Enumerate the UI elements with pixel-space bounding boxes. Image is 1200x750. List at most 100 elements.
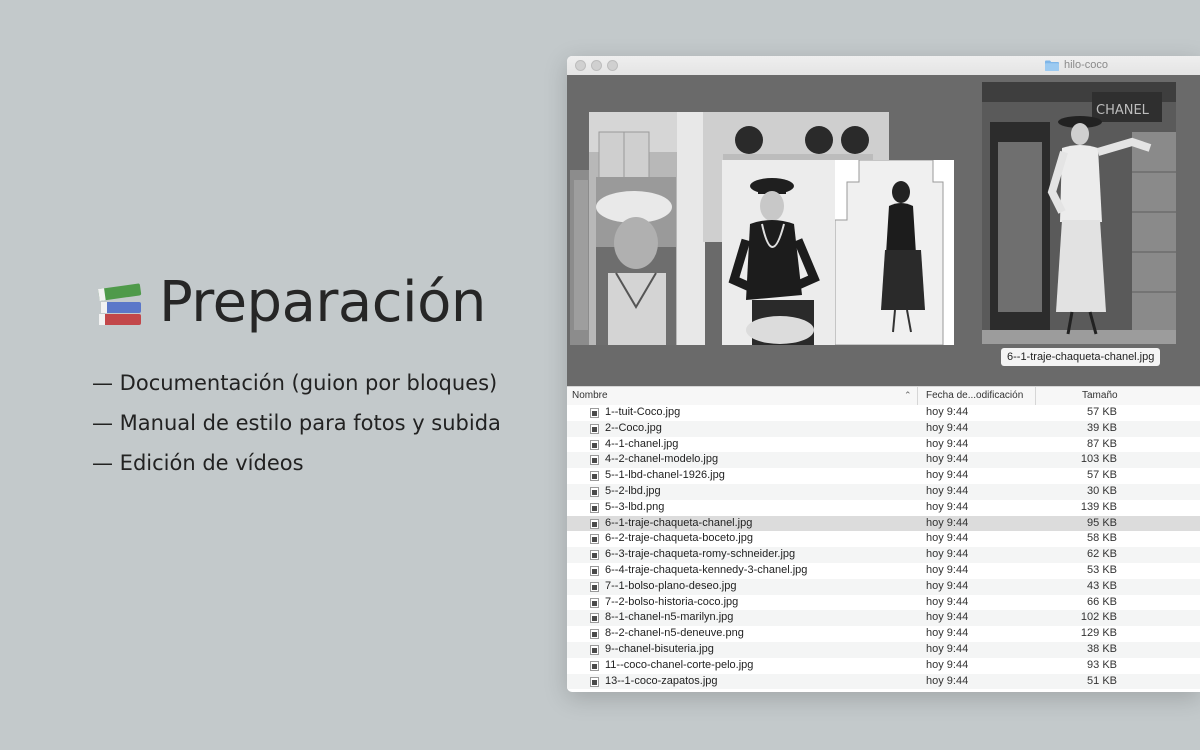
- file-size: 57 KB: [1087, 469, 1117, 482]
- bullet-list: — Documentación (guion por bloques) — Ma…: [92, 368, 501, 488]
- file-row[interactable]: 4--2-chanel-modelo.jpg hoy 9:44 103 KB: [567, 452, 1200, 469]
- preview-thumbnail[interactable]: [596, 177, 676, 345]
- gallery-preview[interactable]: CHANEL 6--1-traje-chaqueta-chanel.jpg: [567, 75, 1200, 386]
- file-size: 139 KB: [1080, 500, 1117, 513]
- file-size: 43 KB: [1087, 579, 1117, 592]
- image-file-icon: [590, 613, 599, 624]
- image-file-icon: [590, 439, 599, 450]
- file-date: hoy 9:44: [926, 421, 969, 434]
- sort-ascending-icon[interactable]: ⌃: [904, 390, 912, 401]
- file-name: 8--1-chanel-n5-marilyn.jpg: [605, 611, 734, 624]
- file-date: hoy 9:44: [926, 563, 969, 576]
- file-name: 2--Coco.jpg: [605, 421, 662, 434]
- column-header-date[interactable]: Fecha de...odificación: [926, 390, 1023, 401]
- minimize-button[interactable]: [591, 60, 602, 71]
- preview-filename-label: 6--1-traje-chaqueta-chanel.jpg: [1001, 348, 1161, 366]
- file-name: 7--2-bolso-historia-coco.jpg: [605, 595, 739, 608]
- file-size: 129 KB: [1080, 627, 1117, 640]
- image-file-icon: [590, 471, 599, 482]
- finder-window: hilo-coco CHANEL 6--1-traje-chaqueta-cha…: [567, 56, 1200, 692]
- file-name: 5--1-lbd-chanel-1926.jpg: [605, 469, 725, 482]
- file-name: 7--1-bolso-plano-deseo.jpg: [605, 579, 737, 592]
- image-file-icon: [590, 550, 599, 561]
- file-date: hoy 9:44: [926, 579, 969, 592]
- file-row[interactable]: 8--1-chanel-n5-marilyn.jpg hoy 9:44 102 KB: [567, 610, 1200, 627]
- preview-thumbnail[interactable]: [835, 160, 954, 345]
- file-size: 93 KB: [1087, 658, 1117, 671]
- window-titlebar[interactable]: hilo-coco: [567, 56, 1200, 76]
- file-date: hoy 9:44: [926, 595, 969, 608]
- image-file-icon: [590, 660, 599, 671]
- file-date: hoy 9:44: [926, 627, 969, 640]
- file-name: 9--chanel-bisuteria.jpg: [605, 642, 714, 655]
- column-header-name[interactable]: Nombre: [572, 390, 608, 401]
- file-row[interactable]: 8--2-chanel-n5-deneuve.png hoy 9:44 129 KB: [567, 626, 1200, 642]
- image-file-icon: [590, 565, 599, 576]
- bullet-item: — Documentación (guion por bloques): [92, 371, 498, 395]
- file-row[interactable]: 7--2-bolso-historia-coco.jpg hoy 9:44 66 K…: [567, 594, 1200, 611]
- image-file-icon: [590, 676, 599, 687]
- file-name: 13--1-coco-zapatos.jpg: [605, 674, 718, 687]
- file-name: 6--1-traje-chaqueta-chanel.jpg: [605, 516, 753, 529]
- preview-main-image[interactable]: CHANEL: [982, 82, 1176, 344]
- image-file-icon: [590, 408, 599, 418]
- file-name: 4--1-chanel.jpg: [605, 437, 679, 450]
- file-row[interactable]: 13--1-coco-zapatos.jpg hoy 9:44 51 KB: [567, 673, 1200, 690]
- bullet-item: — Manual de estilo para fotos y subida: [92, 411, 501, 435]
- file-size: 102 KB: [1080, 611, 1117, 624]
- file-date: hoy 9:44: [926, 532, 969, 545]
- file-row[interactable]: 5--2-lbd.jpg hoy 9:44 30 KB: [567, 483, 1200, 500]
- file-row[interactable]: 2--Coco.jpg hoy 9:44 39 KB: [567, 420, 1200, 437]
- file-row[interactable]: 6--1-traje-chaqueta-chanel.jpg hoy 9:44 95…: [567, 515, 1200, 532]
- file-list: 1--tuit-Coco.jpg hoy 9:44 57 KB 2--Coco.jpg…: [567, 405, 1200, 690]
- file-name: 6--2-traje-chaqueta-boceto.jpg: [605, 532, 753, 545]
- file-size: 57 KB: [1087, 406, 1117, 418]
- books-icon: [98, 283, 142, 325]
- file-date: hoy 9:44: [926, 484, 969, 497]
- file-row[interactable]: 6--4-traje-chaqueta-kennedy-3-chanel.jpg…: [567, 562, 1200, 579]
- list-header: Nombre ⌃ Fecha de...odificación Tamaño: [567, 386, 1200, 406]
- file-size: 103 KB: [1080, 453, 1117, 466]
- column-divider[interactable]: [917, 387, 918, 405]
- close-button[interactable]: [575, 60, 586, 71]
- file-date: hoy 9:44: [926, 469, 969, 482]
- file-row[interactable]: 5--3-lbd.png hoy 9:44 139 KB: [567, 499, 1200, 516]
- file-size: 58 KB: [1087, 532, 1117, 545]
- column-header-size[interactable]: Tamaño: [1082, 390, 1118, 401]
- image-file-icon: [590, 629, 599, 640]
- file-date: hoy 9:44: [926, 516, 969, 529]
- window-title-text: hilo-coco: [1064, 59, 1109, 71]
- image-file-icon: [590, 486, 599, 497]
- file-row[interactable]: 11--coco-chanel-corte-pelo.jpg hoy 9:44 93…: [567, 657, 1200, 674]
- file-date: hoy 9:44: [926, 548, 969, 561]
- file-size: 30 KB: [1087, 484, 1117, 497]
- slide-title: Preparación: [93, 270, 486, 335]
- window-title: hilo-coco: [1045, 59, 1108, 71]
- file-name: 5--3-lbd.png: [605, 500, 665, 513]
- file-size: 66 KB: [1087, 595, 1117, 608]
- file-name: 6--3-traje-chaqueta-romy-schneider.jpg: [605, 548, 796, 561]
- file-size: 87 KB: [1087, 437, 1117, 450]
- file-size: 51 KB: [1087, 674, 1117, 687]
- file-date: hoy 9:44: [926, 500, 969, 513]
- file-row[interactable]: 9--chanel-bisuteria.jpg hoy 9:44 38 KB: [567, 641, 1200, 658]
- file-row[interactable]: 4--1-chanel.jpg hoy 9:44 87 KB: [567, 436, 1200, 453]
- file-date: hoy 9:44: [926, 437, 969, 450]
- file-date: hoy 9:44: [926, 674, 969, 687]
- file-date: hoy 9:44: [926, 406, 969, 418]
- file-name: 4--2-chanel-modelo.jpg: [605, 453, 719, 466]
- preview-thumbnail[interactable]: [722, 160, 835, 345]
- image-file-icon: [590, 581, 599, 592]
- file-size: 53 KB: [1087, 563, 1117, 576]
- folder-icon: [1045, 60, 1059, 71]
- zoom-button[interactable]: [607, 60, 618, 71]
- file-row[interactable]: 1--tuit-Coco.jpg hoy 9:44 57 KB: [567, 405, 1200, 421]
- column-divider[interactable]: [1035, 387, 1036, 405]
- image-file-icon: [590, 534, 599, 545]
- file-row[interactable]: 6--3-traje-chaqueta-romy-schneider.jpg ho…: [567, 547, 1200, 563]
- file-row[interactable]: 7--1-bolso-plano-deseo.jpg hoy 9:44 43 KB: [567, 578, 1200, 595]
- image-file-icon: [590, 597, 599, 608]
- file-row[interactable]: 6--2-traje-chaqueta-boceto.jpg hoy 9:44 58…: [567, 531, 1200, 548]
- file-row[interactable]: 5--1-lbd-chanel-1926.jpg hoy 9:44 57 KB: [567, 468, 1200, 484]
- file-name: 8--2-chanel-n5-deneuve.png: [605, 627, 744, 640]
